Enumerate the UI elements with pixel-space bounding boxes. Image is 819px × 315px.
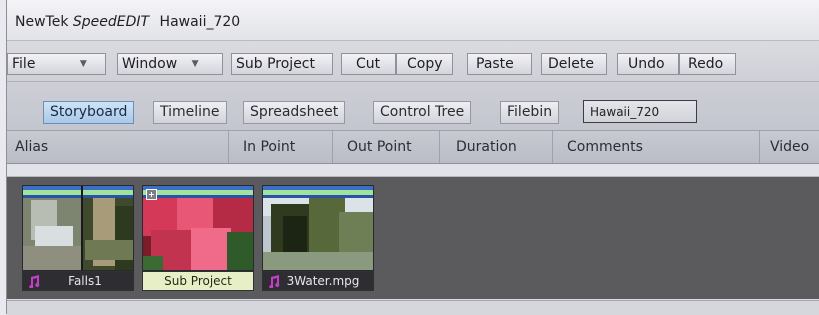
window-title: NewTek SpeedEDIT Hawaii_720 [15, 14, 240, 30]
title-brand: SpeedEDIT [72, 14, 150, 30]
clip-name: Falls1 [68, 274, 102, 288]
clip-thumbnail-image [143, 186, 253, 270]
view-tab-bar: Storyboard Timeline Spreadsheet Control … [7, 82, 819, 131]
clip-3water[interactable]: 3Water.mpg [262, 185, 374, 291]
clip-label: Falls1 [22, 271, 134, 291]
tab-control-tree[interactable]: Control Tree [373, 101, 472, 124]
music-note-icon [269, 275, 280, 288]
clip-thumbnail [262, 185, 374, 271]
plus-icon [146, 189, 157, 200]
storyboard-area[interactable]: Falls1 Sub Project 3Water.mpg [7, 177, 819, 299]
delete-button[interactable]: Delete [541, 53, 607, 75]
clip-name: 3Water.mpg [286, 274, 360, 288]
main-toolbar: File ▼ Window ▼ Sub Project Cut Copy Pas… [7, 41, 819, 82]
clip-label: Sub Project [142, 271, 254, 291]
window-menu-button[interactable]: Window ▼ [117, 53, 223, 75]
clip-thumbnail-image [263, 186, 373, 270]
speededit-window: NewTek SpeedEDIT Hawaii_720 File ▼ Windo… [6, 0, 819, 315]
clip-status-bars [263, 186, 373, 198]
tab-timeline[interactable]: Timeline [153, 101, 227, 124]
clip-label: 3Water.mpg [262, 271, 374, 291]
column-duration[interactable]: Duration [440, 131, 553, 163]
redo-button[interactable]: Redo [679, 53, 736, 75]
frame-divider [81, 186, 83, 270]
chevron-down-icon: ▼ [191, 59, 199, 69]
sub-project-button[interactable]: Sub Project [231, 53, 333, 75]
column-out-point[interactable]: Out Point [333, 131, 440, 163]
copy-button[interactable]: Copy [396, 53, 453, 75]
tab-storyboard[interactable]: Storyboard [43, 101, 135, 124]
clip-thumbnail [22, 185, 134, 271]
column-video[interactable]: Video [760, 131, 819, 163]
column-alias[interactable]: Alias [7, 131, 229, 163]
title-bar: NewTek SpeedEDIT Hawaii_720 [7, 0, 819, 41]
title-project: Hawaii_720 [159, 14, 241, 30]
chevron-down-icon: ▼ [79, 59, 87, 69]
project-name-field[interactable]: Hawaii_720 [583, 100, 697, 123]
undo-button[interactable]: Undo [617, 53, 679, 75]
status-bar [7, 300, 819, 315]
clip-sub-project[interactable]: Sub Project [142, 185, 254, 291]
storyboard-header-strip [7, 164, 819, 177]
paste-button[interactable]: Paste [467, 53, 532, 75]
column-header-row: Alias In Point Out Point Duration Commen… [7, 131, 819, 164]
clip-falls1[interactable]: Falls1 [22, 185, 134, 291]
clip-status-bars [23, 186, 133, 198]
clip-thumbnail [142, 185, 254, 271]
cut-button[interactable]: Cut [341, 53, 396, 75]
file-menu-button[interactable]: File ▼ [7, 53, 106, 75]
column-comments[interactable]: Comments [553, 131, 760, 163]
window-label: Window [122, 56, 178, 72]
tab-spreadsheet[interactable]: Spreadsheet [243, 101, 346, 124]
clip-status-bars [143, 186, 253, 198]
file-label: File [12, 56, 36, 72]
title-prefix: NewTek [15, 14, 69, 30]
clip-thumbnail-image [23, 186, 133, 270]
column-in-point[interactable]: In Point [229, 131, 333, 163]
music-note-icon [29, 275, 40, 288]
tab-filebin[interactable]: Filebin [500, 101, 560, 124]
